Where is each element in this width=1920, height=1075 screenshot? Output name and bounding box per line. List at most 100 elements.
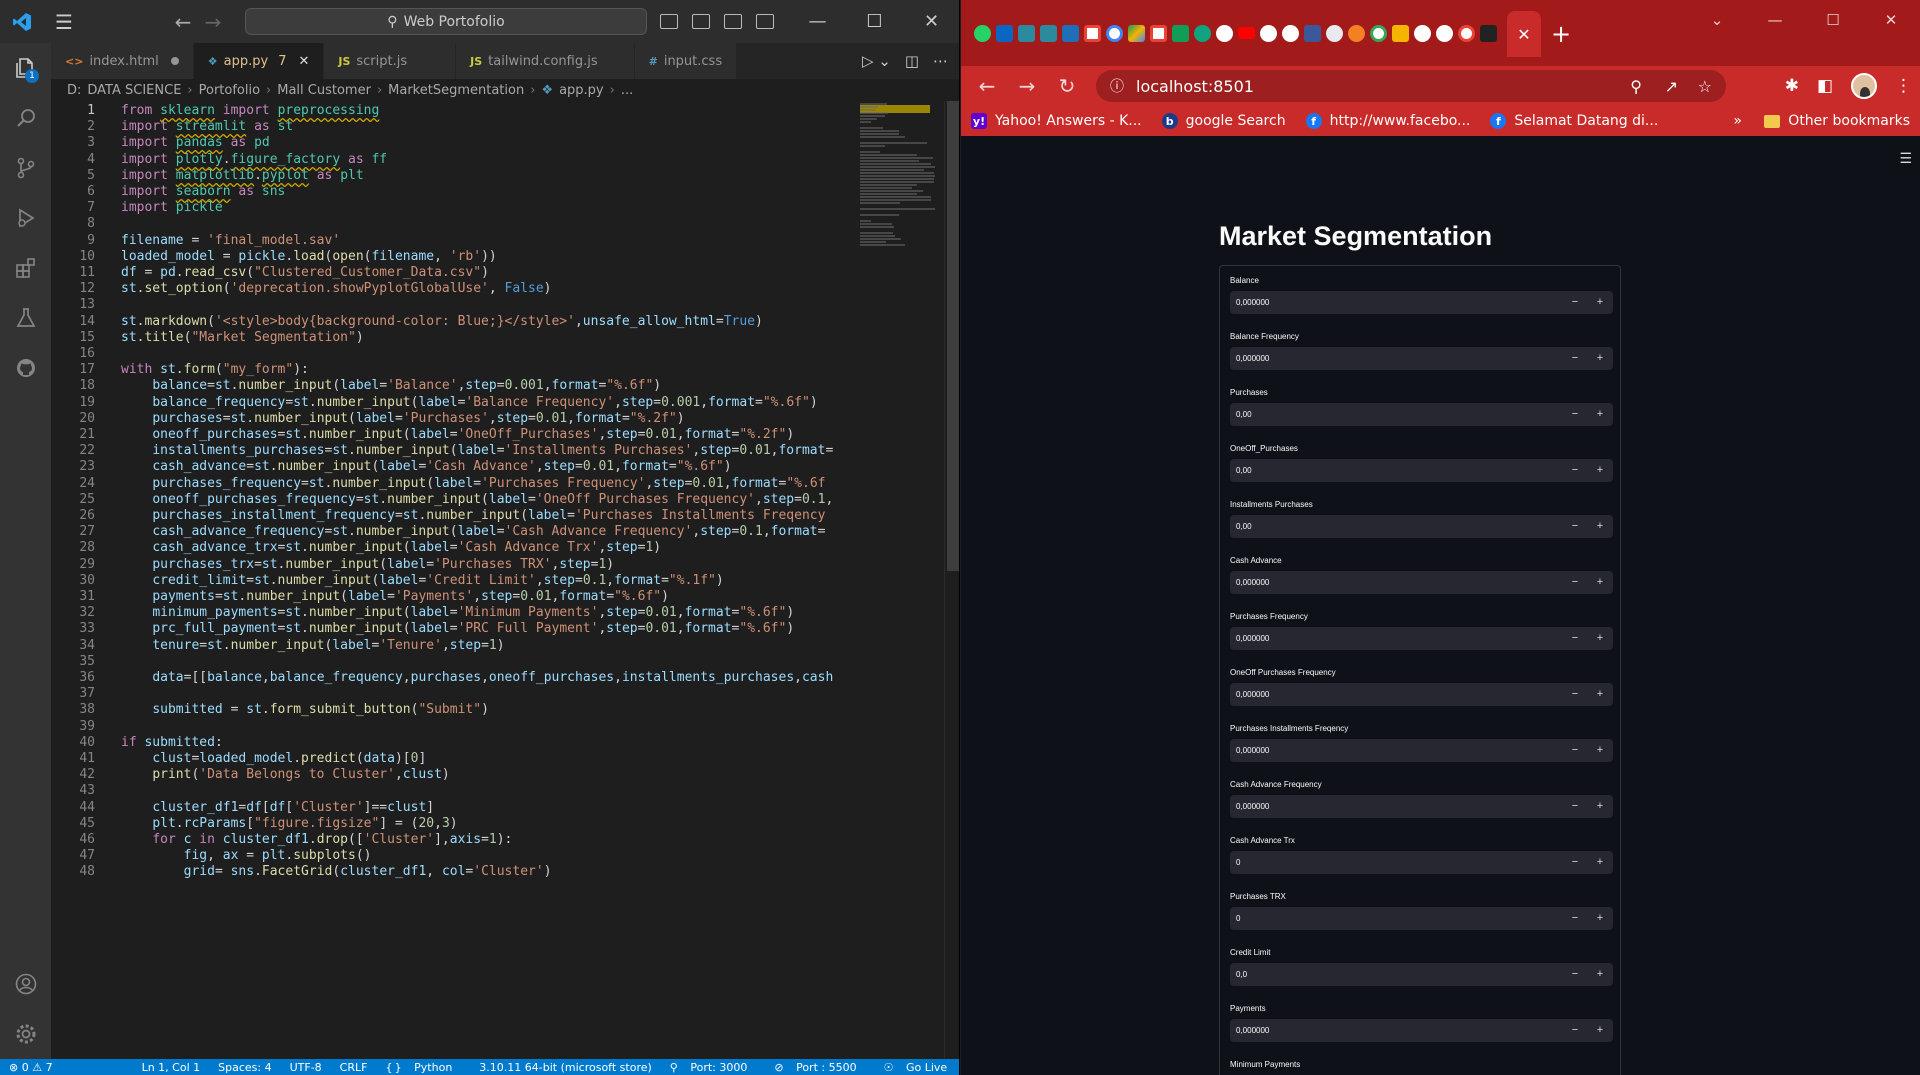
source-control-icon[interactable] (0, 143, 51, 193)
increment-button[interactable]: + (1587, 907, 1613, 930)
number-input[interactable]: 0 − + (1230, 907, 1613, 930)
gmail-tab-icon[interactable] (1147, 21, 1169, 45)
reload-icon[interactable]: ↻ (1047, 66, 1087, 106)
github-tab-icon[interactable] (1257, 21, 1279, 45)
increment-button[interactable]: + (1587, 347, 1613, 370)
input-value[interactable]: 0,000000 (1236, 627, 1269, 650)
customize-layout-icon[interactable] (756, 14, 774, 29)
minimize-icon[interactable]: — (789, 0, 846, 43)
eol-status[interactable]: CRLF (331, 1061, 377, 1074)
number-input[interactable]: 0,00 − + (1230, 515, 1613, 538)
breadcrumb-item[interactable]: Mall Customer (277, 83, 371, 98)
decrement-button[interactable]: − (1562, 1019, 1588, 1042)
input-value[interactable]: 0 (1236, 851, 1240, 874)
bookmark-facebook[interactable]: f http://www.facebo... (1296, 113, 1481, 129)
maximize-icon[interactable]: ☐ (846, 0, 903, 43)
input-value[interactable]: 0,000000 (1236, 347, 1269, 370)
input-value[interactable]: 0,000000 (1236, 291, 1269, 314)
increment-button[interactable]: + (1587, 627, 1613, 650)
bookmark-selamat-datang[interactable]: f Selamat Datang di... (1480, 113, 1668, 129)
decrement-button[interactable]: − (1562, 403, 1588, 426)
decrement-button[interactable]: − (1562, 683, 1588, 706)
number-input[interactable]: 0,000000 − + (1230, 627, 1613, 650)
input-value[interactable]: 0,000000 (1236, 1019, 1269, 1042)
number-input[interactable]: 0 − + (1230, 851, 1613, 874)
decrement-button[interactable]: − (1562, 627, 1588, 650)
code-line[interactable]: tenure=st.number_input(label='Tenure',st… (121, 636, 504, 656)
code-line[interactable]: st.set_option('deprecation.showPyplotGlo… (121, 279, 552, 299)
menu-icon[interactable]: ☰ (44, 0, 84, 43)
editor-scrollbar[interactable] (944, 101, 959, 1059)
google-drive-tab-icon[interactable] (1125, 21, 1147, 45)
increment-button[interactable]: + (1587, 459, 1613, 482)
tab-script-js[interactable]: JS script.js (324, 43, 457, 79)
extensions-puzzle-icon[interactable]: ✱ (1785, 76, 1799, 96)
maximize-icon[interactable]: ☐ (1804, 0, 1862, 40)
youtube-tab-icon[interactable] (1235, 21, 1257, 45)
breadcrumb-item[interactable]: app.py (559, 83, 604, 98)
split-editor-icon[interactable]: ◫ (905, 52, 919, 70)
input-value[interactable]: 0,000000 (1236, 683, 1269, 706)
side-panel-icon[interactable]: ◧ (1817, 76, 1833, 96)
input-value[interactable]: 0,0 (1236, 963, 1247, 986)
encoding-status[interactable]: UTF-8 (281, 1061, 331, 1074)
bookmarks-overflow[interactable]: » (1733, 106, 1742, 136)
hamburger-menu-icon[interactable]: ☰ (1899, 150, 1912, 167)
number-input[interactable]: 0,000000 − + (1230, 291, 1613, 314)
search-icon[interactable] (0, 93, 51, 143)
decrement-button[interactable]: − (1562, 739, 1588, 762)
site-info-icon[interactable]: ⓘ (1110, 76, 1124, 96)
bookmark-yahoo[interactable]: y! Yahoo! Answers - K... (961, 113, 1152, 129)
go-live-button[interactable]: ☉ Go Live (875, 1061, 959, 1074)
toggle-primary-sidebar-icon[interactable] (660, 14, 678, 29)
github-tab-icon[interactable] (1279, 21, 1301, 45)
decrement-button[interactable]: − (1562, 907, 1588, 930)
port-3000-status[interactable]: ⚲ Port: 3000 (661, 1061, 766, 1074)
breadcrumb-item[interactable]: MarketSegmentation (388, 83, 524, 98)
linkedin-tab-icon[interactable] (993, 21, 1015, 45)
tab-tailwind-config-js[interactable]: JS tailwind.config.js (456, 43, 635, 79)
close-icon[interactable]: ✕ (1862, 0, 1920, 40)
chatgpt-tab-icon[interactable] (1213, 21, 1235, 45)
python-interpreter[interactable]: 3.10.11 64-bit (microsoft store) (470, 1061, 660, 1074)
close-tab-icon[interactable]: ✕ (298, 54, 309, 69)
increment-button[interactable]: + (1587, 515, 1613, 538)
run-python-icon[interactable]: ▷ ⌄ (862, 52, 891, 70)
number-input[interactable]: 0,000000 − + (1230, 571, 1613, 594)
increment-button[interactable]: + (1587, 739, 1613, 762)
number-input[interactable]: 0,00 − + (1230, 459, 1613, 482)
tab-favicon[interactable] (1059, 21, 1081, 45)
whatsapp-tab-icon[interactable] (971, 21, 993, 45)
bookmark-star-icon[interactable]: ☆ (1698, 77, 1712, 96)
tab-favicon[interactable] (1301, 21, 1323, 45)
increment-button[interactable]: + (1587, 683, 1613, 706)
share-icon[interactable]: ↗ (1665, 77, 1678, 96)
settings-gear-icon[interactable] (0, 1009, 51, 1059)
code-editor[interactable]: 1 from sklearn import preprocessing 2 impor… (51, 101, 854, 1059)
increment-button[interactable]: + (1587, 571, 1613, 594)
minimap[interactable] (854, 101, 944, 1059)
bookmark-google-search[interactable]: b google Search (1152, 113, 1296, 129)
new-tab-plus-icon[interactable]: + (1541, 11, 1581, 57)
chrome-menu-icon[interactable]: ⋮ (1895, 76, 1912, 96)
input-value[interactable]: 0 (1236, 907, 1240, 930)
tab-search-chevron-icon[interactable]: ⌄ (1688, 0, 1746, 40)
breadcrumb-item[interactable]: DATA SCIENCE (87, 83, 181, 98)
increment-button[interactable]: + (1587, 1019, 1613, 1042)
account-icon[interactable] (0, 959, 51, 1009)
code-line[interactable]: submitted = st.form_submit_button("Submi… (121, 700, 489, 720)
tab-app-py[interactable]: ❖ app.py 7 ✕ (193, 43, 325, 79)
decrement-button[interactable]: − (1562, 571, 1588, 594)
testing-flask-icon[interactable] (0, 293, 51, 343)
more-actions-icon[interactable]: ⋯ (933, 52, 948, 70)
increment-button[interactable]: + (1587, 291, 1613, 314)
number-input[interactable]: 0,0 − + (1230, 963, 1613, 986)
decrement-button[interactable]: − (1562, 963, 1588, 986)
forward-arrow-icon[interactable]: → (1007, 66, 1047, 106)
code-line[interactable]: print('Data Belongs to Cluster',clust) (121, 765, 449, 785)
decrement-button[interactable]: − (1562, 459, 1588, 482)
indentation-status[interactable]: Spaces: 4 (209, 1061, 280, 1074)
number-input[interactable]: 0,00 − + (1230, 403, 1613, 426)
decrement-button[interactable]: − (1562, 515, 1588, 538)
address-bar[interactable]: ⓘ localhost:8501 ⚲ ↗ ☆ (1096, 70, 1726, 102)
